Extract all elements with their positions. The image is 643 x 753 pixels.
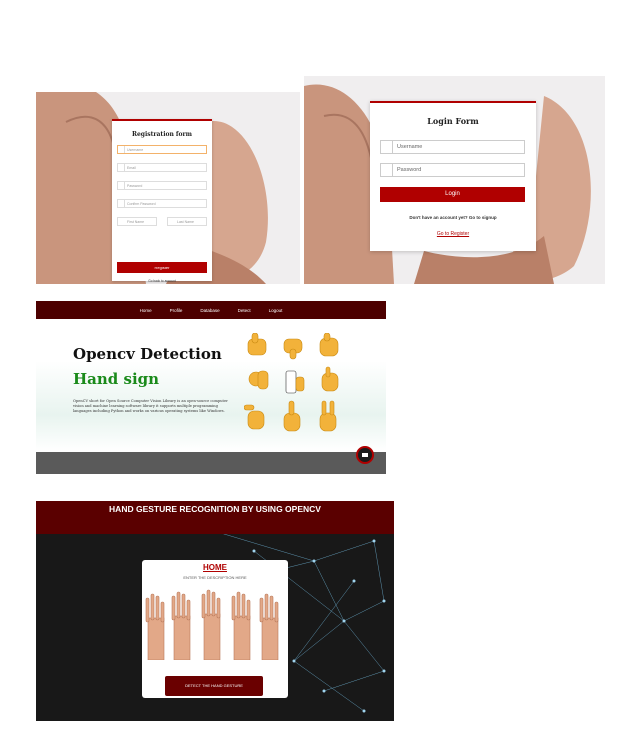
lock-icon	[118, 182, 125, 189]
email-field[interactable]: Email	[117, 163, 207, 172]
top-nav: Home Profile Database Detect Logout	[36, 301, 386, 319]
nav-database[interactable]: Database	[200, 308, 219, 313]
username-input[interactable]: Username	[380, 140, 525, 154]
peace-icon	[319, 400, 337, 432]
mail-icon	[118, 164, 125, 171]
register-link[interactable]: Go to Register	[370, 231, 536, 237]
heading-line1: Opencv Detection	[73, 345, 222, 363]
password-input[interactable]: Password	[380, 163, 525, 177]
heading-line2: Hand sign	[73, 370, 160, 388]
signup-note: Don't have an account yet? Go to signup	[409, 215, 497, 220]
detect-gesture-button[interactable]: DETECT THE HAND GESTURE	[165, 676, 263, 696]
registration-note: Go back to account	[148, 279, 176, 283]
footer-bar	[36, 452, 386, 474]
description-text: ENTER THE DESCRIPTION HERE	[183, 575, 247, 580]
page-title: HAND GESTURE RECOGNITION BY USING OPENCV	[109, 504, 321, 514]
username-field[interactable]: Username	[117, 145, 207, 154]
registration-title: Registration form	[131, 131, 193, 138]
lock-icon	[381, 164, 393, 176]
confirm-password-field[interactable]: Confirm Password	[117, 199, 207, 208]
login-card: Login Form Username Password Login Don't…	[370, 101, 536, 251]
password-field[interactable]: Password	[117, 181, 207, 190]
hand-icon	[171, 591, 191, 660]
login-title: Login Form	[427, 116, 479, 126]
phone-hand-icon	[285, 370, 305, 394]
home-panel: HOME ENTER THE DESCRIPTION HERE DETECT T…	[142, 560, 288, 698]
thumbs-down-icon	[283, 338, 303, 360]
lock-icon	[118, 200, 125, 207]
nav-detect[interactable]: Detect	[238, 308, 251, 313]
home-title[interactable]: HOME	[142, 563, 288, 572]
nav-logout[interactable]: Logout	[269, 308, 283, 313]
description-paragraph: OpenCV short for Open Source Computer Vi…	[73, 399, 228, 413]
login-screenshot: Login Form Username Password Login Don't…	[304, 76, 605, 284]
chat-icon	[362, 453, 368, 457]
hand-icon	[259, 593, 279, 660]
detection-screenshot: Home Profile Database Detect Logout Open…	[36, 301, 386, 474]
hand-icon	[145, 593, 165, 660]
thumbs-up-icon	[247, 333, 267, 356]
pointing-icon	[244, 404, 265, 430]
ok-hand-icon	[248, 370, 269, 390]
hand-gesture-emoji-grid	[244, 333, 339, 432]
registration-screenshot: Registration form Username Email Passwor…	[36, 92, 300, 284]
chat-button[interactable]	[356, 446, 374, 464]
user-icon	[118, 146, 125, 153]
last-name-field[interactable]: Last Name	[167, 217, 207, 226]
nav-profile[interactable]: Profile	[170, 308, 183, 313]
user-icon	[381, 141, 393, 153]
first-name-field[interactable]: First Name	[117, 217, 157, 226]
sign-back-link[interactable]: Sign Back	[112, 262, 212, 266]
nav-home[interactable]: Home	[140, 308, 152, 313]
raised-hands-image	[145, 589, 279, 660]
point-up-icon	[283, 400, 301, 432]
pinch-icon	[321, 366, 339, 392]
gesture-recognition-screenshot: HAND GESTURE RECOGNITION BY USING OPENCV…	[36, 501, 394, 721]
login-button[interactable]: Login	[380, 187, 525, 202]
hand-icon	[201, 589, 221, 660]
fist-icon	[319, 333, 339, 357]
hand-icon	[231, 591, 251, 660]
registration-card: Registration form Username Email Passwor…	[112, 119, 212, 283]
